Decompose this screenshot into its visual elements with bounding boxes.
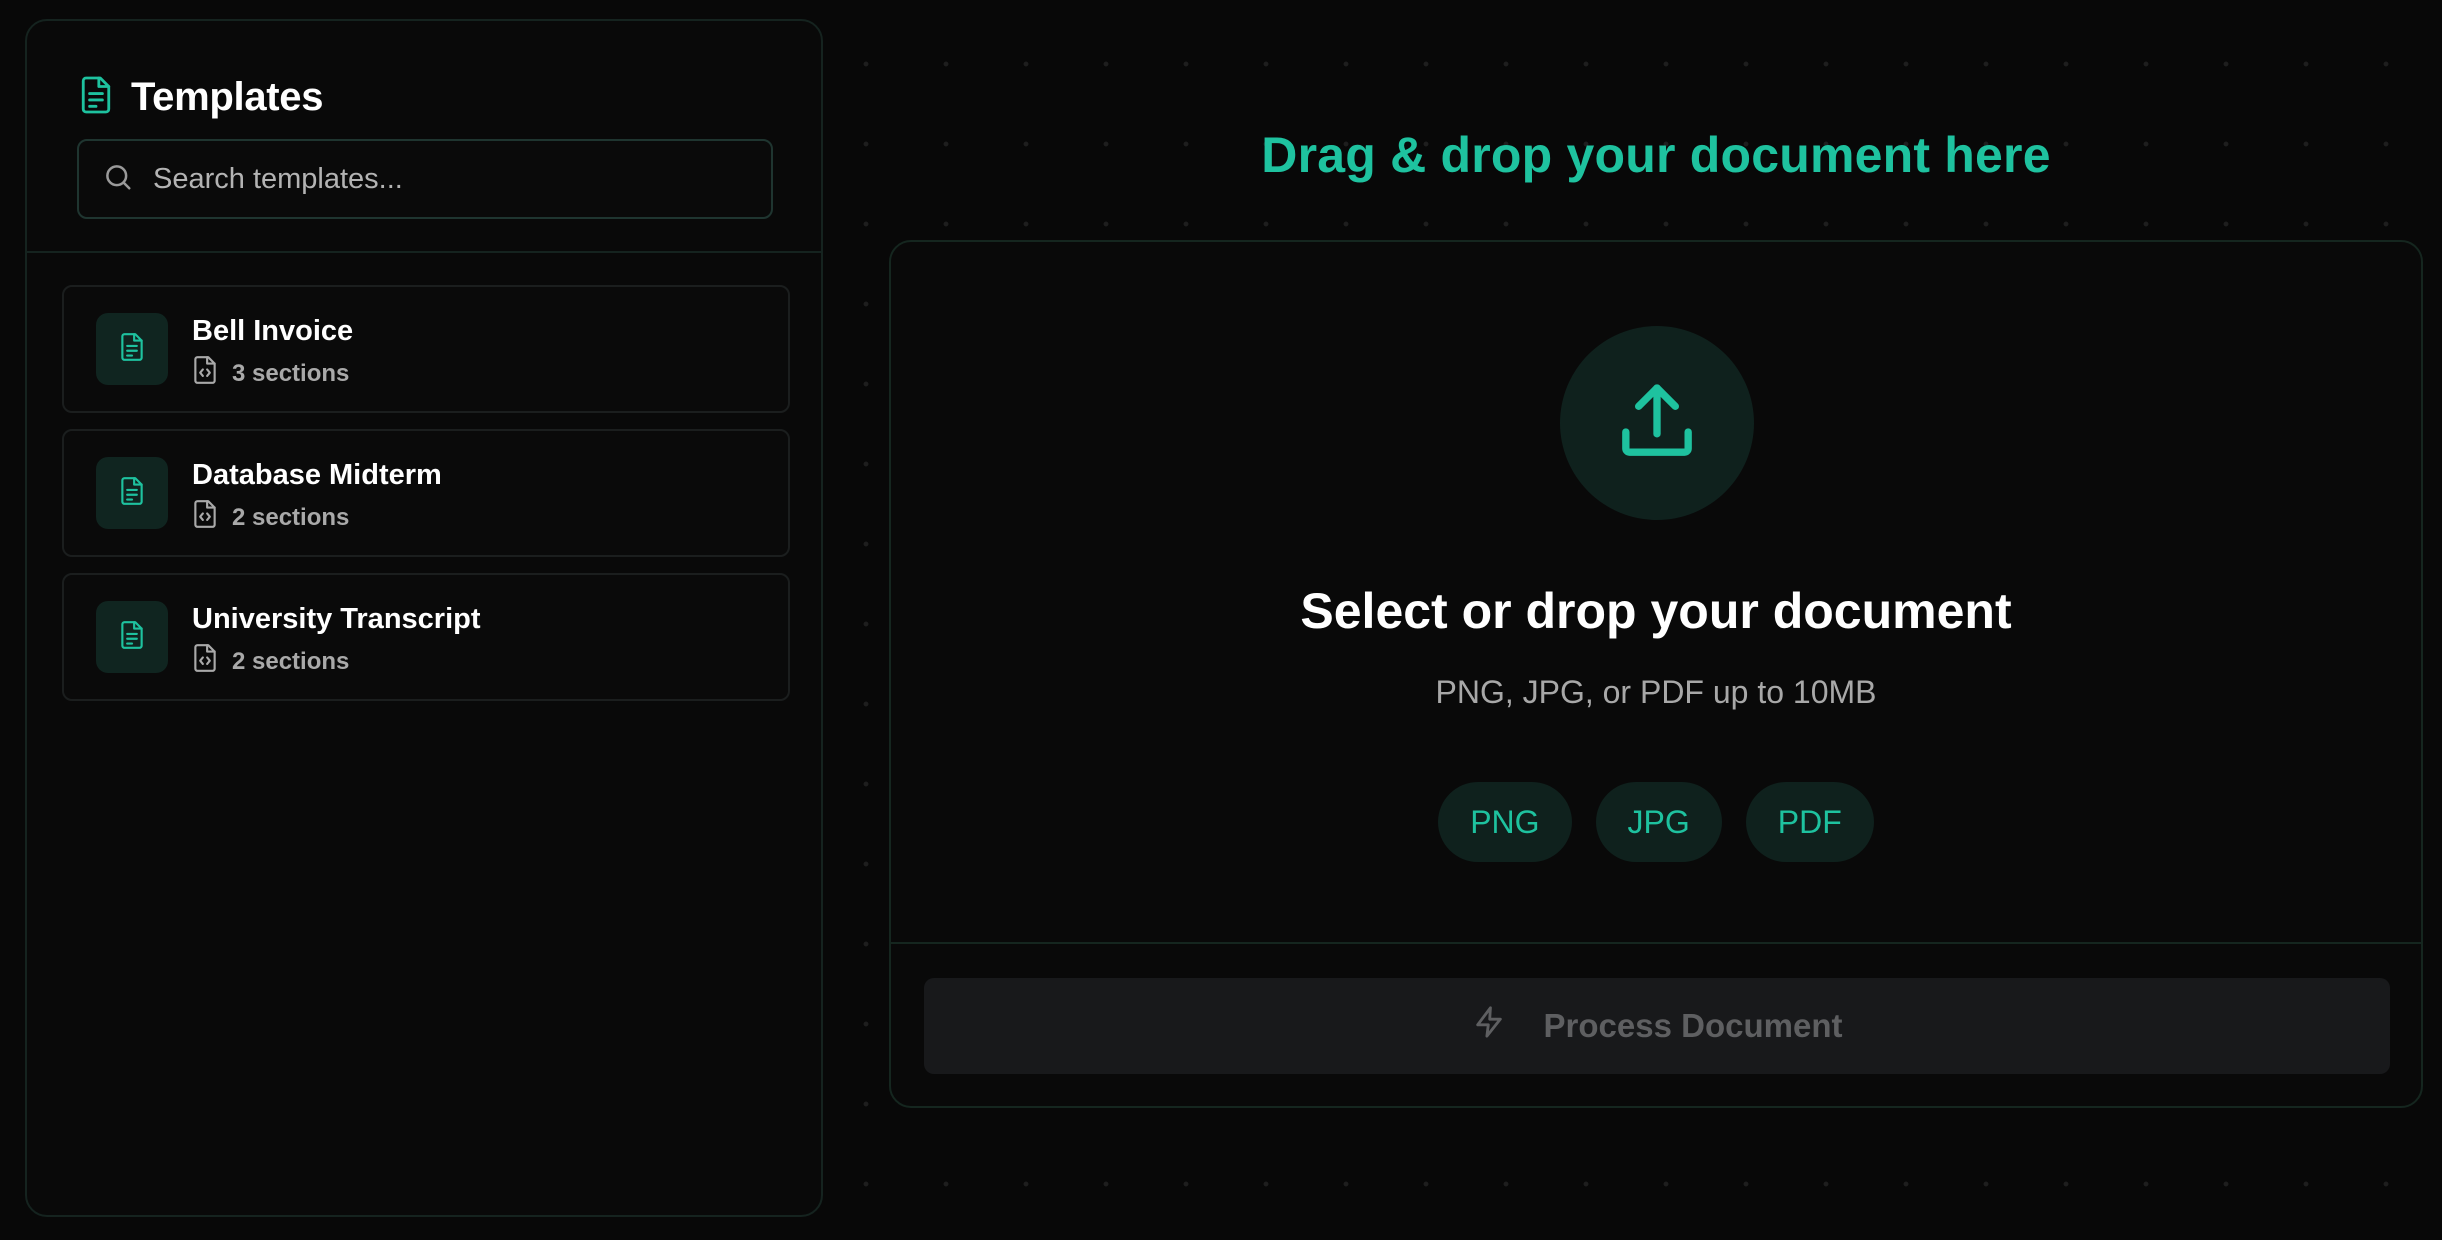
search-icon bbox=[103, 162, 133, 197]
template-card-icon-box bbox=[96, 457, 168, 529]
template-meta: 2 sections bbox=[192, 499, 349, 536]
process-document-label: Process Document bbox=[1543, 1007, 1843, 1044]
sidebar-title-row: Templates bbox=[79, 75, 323, 120]
drop-heading: Select or drop your document bbox=[1300, 583, 2012, 639]
template-name: University Transcript bbox=[192, 603, 481, 635]
template-name: Bell Invoice bbox=[192, 315, 354, 347]
search-input[interactable] bbox=[151, 161, 751, 197]
template-section-count: 2 sections bbox=[232, 647, 350, 675]
file-code-icon bbox=[192, 499, 218, 536]
format-badges: PNG JPG PDF bbox=[891, 782, 2421, 862]
format-badge-png: PNG bbox=[1438, 782, 1572, 862]
template-name: Database Midterm bbox=[192, 459, 442, 491]
document-drop-zone[interactable]: Select or drop your document PNG, JPG, o… bbox=[889, 240, 2423, 1108]
sidebar-title: Templates bbox=[131, 75, 324, 119]
templates-sidebar: Templates Search templates... Bell Invoi… bbox=[25, 19, 823, 1217]
file-text-icon bbox=[119, 620, 145, 655]
format-badge-pdf: PDF bbox=[1745, 782, 1874, 862]
template-section-count: 3 sections bbox=[232, 359, 350, 387]
template-meta: 3 sections bbox=[192, 355, 349, 392]
template-card-icon-box bbox=[96, 313, 168, 385]
format-badge-jpg: JPG bbox=[1595, 782, 1722, 862]
file-code-icon bbox=[192, 355, 218, 392]
file-code-icon bbox=[192, 643, 218, 680]
template-meta: 2 sections bbox=[192, 643, 349, 680]
template-list: Bell Invoice 3 sections Database Midterm… bbox=[62, 285, 790, 717]
drop-title: Drag & drop your document here bbox=[1261, 127, 2051, 183]
file-text-icon bbox=[119, 476, 145, 511]
process-document-button[interactable]: Process Document bbox=[924, 978, 2390, 1074]
search-box[interactable] bbox=[77, 139, 773, 219]
file-text-icon bbox=[79, 75, 113, 120]
upload-button[interactable] bbox=[1560, 326, 1754, 520]
zap-icon bbox=[1472, 1005, 1506, 1047]
file-text-icon bbox=[119, 332, 145, 367]
template-section-count: 2 sections bbox=[232, 503, 350, 531]
template-card-database-midterm[interactable]: Database Midterm 2 sections bbox=[62, 429, 790, 557]
template-card-bell-invoice[interactable]: Bell Invoice 3 sections bbox=[62, 285, 790, 413]
template-card-university-transcript[interactable]: University Transcript 2 sections bbox=[62, 573, 790, 701]
template-card-icon-box bbox=[96, 601, 168, 673]
drop-subtext: PNG, JPG, or PDF up to 10MB bbox=[1435, 674, 1877, 710]
upload-icon bbox=[1613, 377, 1701, 470]
drop-zone-upper[interactable]: Select or drop your document PNG, JPG, o… bbox=[891, 242, 2421, 944]
sidebar-header: Templates bbox=[27, 21, 821, 253]
